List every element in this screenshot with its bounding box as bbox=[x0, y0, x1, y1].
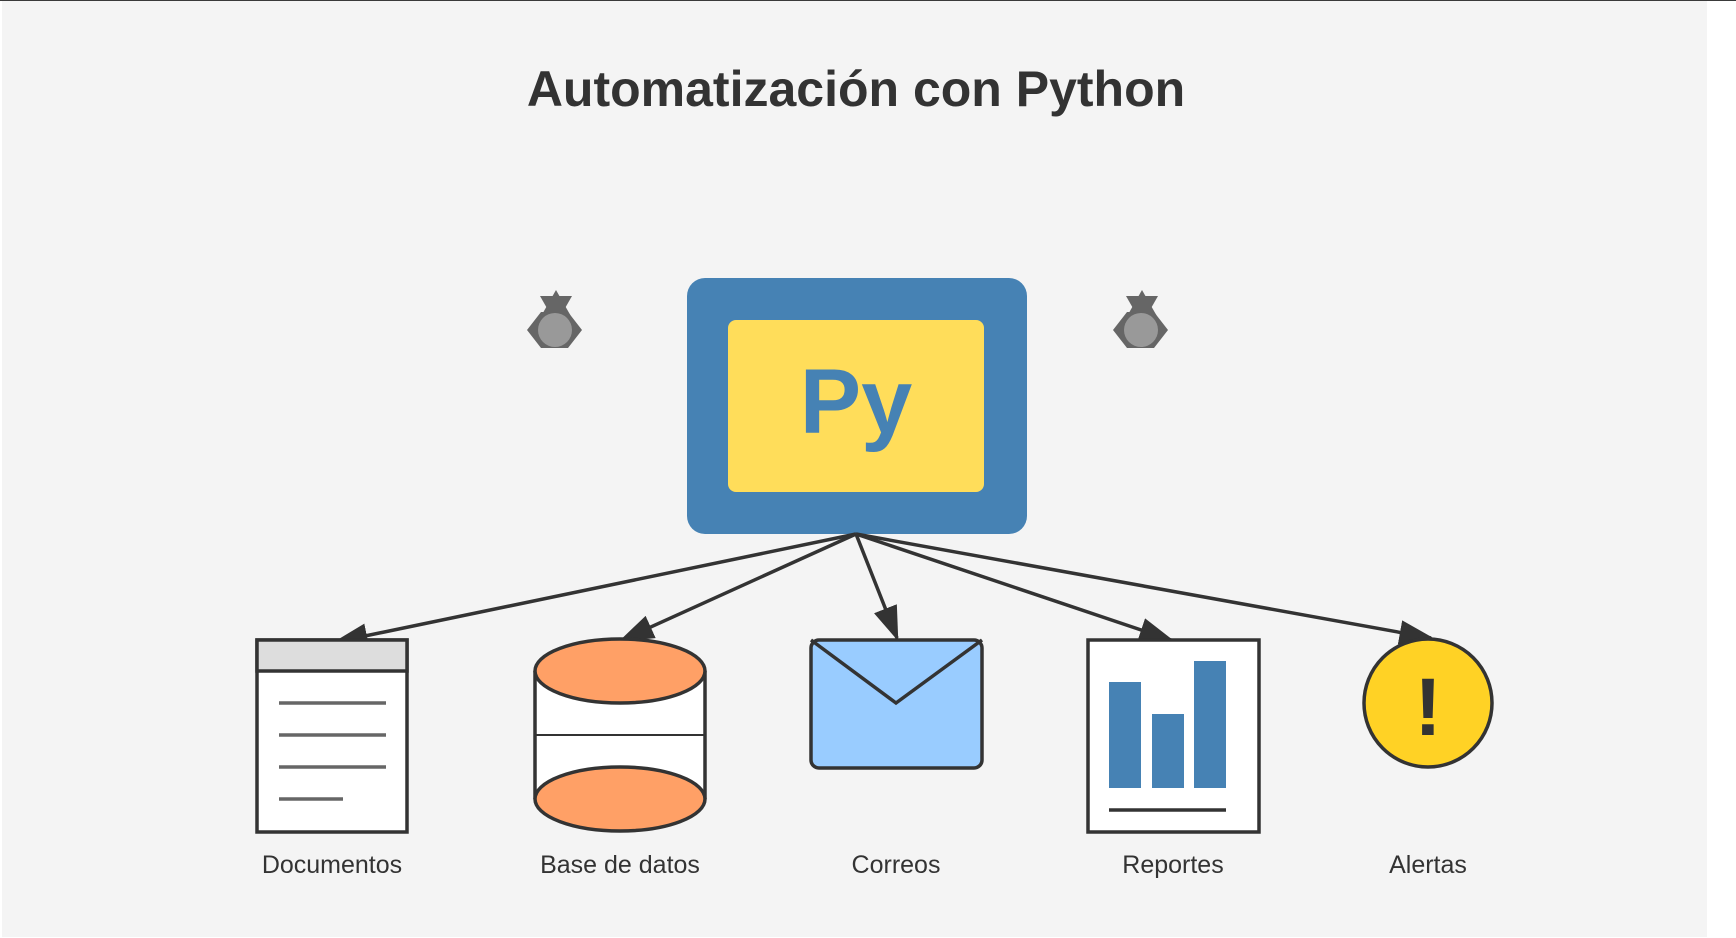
database-icon bbox=[533, 637, 707, 833]
target-label-documentos: Documentos bbox=[262, 851, 402, 879]
arrow-to-base-de-datos bbox=[618, 532, 857, 642]
connector-arrows bbox=[332, 532, 1435, 648]
diagram-svg: Automatización con Python Py Documentos … bbox=[255, 61, 1494, 879]
diagram-frame: Automatización con Python Py Documentos … bbox=[0, 0, 1736, 938]
target-label-reportes: Reportes bbox=[1122, 851, 1223, 879]
arrow-to-alertas bbox=[855, 532, 1435, 645]
target-label-alertas: Alertas bbox=[1389, 851, 1467, 879]
alert-icon: ! bbox=[1362, 637, 1494, 769]
document-icon bbox=[255, 638, 409, 834]
bar-chart-icon bbox=[1086, 638, 1261, 834]
envelope-icon bbox=[809, 638, 984, 770]
arrow-to-correos bbox=[854, 533, 899, 642]
python-node: Py bbox=[687, 278, 1027, 534]
arrow-to-documentos bbox=[332, 532, 857, 648]
diagram-title: Automatización con Python bbox=[527, 61, 1185, 117]
target-label-correos: Correos bbox=[852, 851, 941, 879]
python-logo-icon: Py bbox=[800, 351, 913, 453]
arrow-to-reportes bbox=[855, 532, 1175, 642]
gear-icon bbox=[1113, 290, 1168, 348]
target-label-base-de-datos: Base de datos bbox=[540, 851, 700, 879]
gear-icon bbox=[527, 290, 582, 348]
alert-exclamation: ! bbox=[1414, 662, 1441, 753]
